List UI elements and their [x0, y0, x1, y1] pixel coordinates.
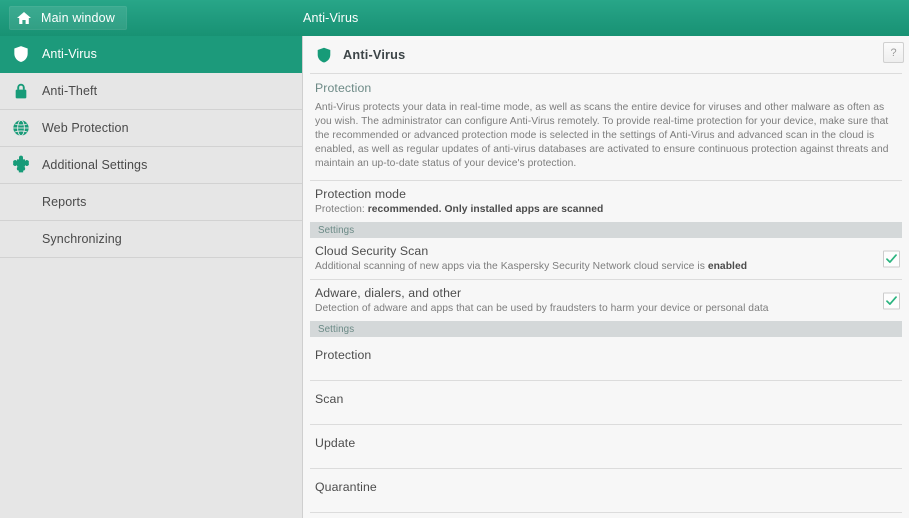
row-title: Protection: [315, 348, 372, 362]
settings-group-label: Settings: [318, 323, 355, 335]
page-title: Anti-Virus: [343, 47, 406, 62]
section-heading: Protection: [315, 81, 372, 95]
cloud-security-scan-row[interactable]: Cloud Security Scan Additional scanning …: [303, 238, 909, 279]
row-subtitle-prefix: Additional scanning of new apps via the …: [315, 261, 708, 272]
sidebar-icon-placeholder: [9, 190, 33, 214]
sidebar-item-reports[interactable]: Reports: [0, 184, 302, 221]
help-button[interactable]: ?: [883, 42, 904, 63]
row-subtitle: Protection: recommended. Only installed …: [315, 204, 873, 215]
check-icon: [886, 295, 897, 305]
row-subtitle-prefix: Protection:: [315, 204, 368, 215]
row-title: Adware, dialers, and other: [315, 286, 462, 300]
sidebar-item-anti-theft[interactable]: Anti-Theft: [0, 73, 302, 110]
row-subtitle: Additional scanning of new apps via the …: [315, 261, 873, 272]
sidebar-item-additional-settings[interactable]: Additional Settings: [0, 147, 302, 184]
sidebar-item-synchronizing[interactable]: Synchronizing: [0, 221, 302, 258]
panel-header: Anti-Virus ?: [303, 36, 909, 73]
sidebar-item-label: Anti-Virus: [42, 47, 97, 61]
sidebar-item-anti-virus[interactable]: Anti-Virus: [0, 36, 302, 73]
sidebar-item-web-protection[interactable]: Web Protection: [0, 110, 302, 147]
protection-info-section: Protection Anti-Virus protects your data…: [303, 74, 909, 180]
adware-dialers-row[interactable]: Adware, dialers, and other Detection of …: [303, 280, 909, 321]
menu-row-update[interactable]: Update: [303, 425, 909, 468]
row-title: Protection mode: [315, 187, 407, 201]
menu-row-quarantine[interactable]: Quarantine: [303, 469, 909, 512]
row-subtitle-value: recommended. Only installed apps are sca…: [367, 204, 604, 215]
section-description: Anti-Virus protects your data in real-ti…: [315, 102, 889, 169]
row-title: Scan: [315, 392, 344, 406]
row-subtitle: Detection of adware and apps that can be…: [315, 303, 873, 314]
adware-dialers-checkbox[interactable]: [883, 292, 900, 309]
sidebar-item-label: Reports: [42, 195, 87, 209]
sidebar-item-label: Synchronizing: [42, 232, 122, 246]
shield-icon: [315, 45, 333, 65]
row-subtitle-prefix: Detection of adware and apps that can be…: [315, 303, 769, 314]
menu-row-protection[interactable]: Protection: [303, 337, 909, 380]
main-window-button[interactable]: Main window: [9, 6, 127, 30]
row-title: Update: [315, 436, 356, 450]
topbar-page-title: Anti-Virus: [303, 11, 359, 25]
menu-row-scan[interactable]: Scan: [303, 381, 909, 424]
home-icon: [16, 10, 32, 26]
settings-group-bar: Settings: [310, 222, 902, 238]
top-bar: Main window Anti-Virus: [0, 0, 909, 36]
cloud-security-scan-checkbox[interactable]: [883, 250, 900, 267]
row-title: Cloud Security Scan: [315, 244, 429, 258]
row-title: Quarantine: [315, 480, 377, 494]
settings-group-label: Settings: [318, 224, 355, 236]
puzzle-icon: [9, 153, 33, 177]
sidebar-item-label: Additional Settings: [42, 158, 148, 172]
sidebar-item-label: Anti-Theft: [42, 84, 98, 98]
shield-icon: [9, 42, 33, 66]
sidebar-item-label: Web Protection: [42, 121, 129, 135]
lock-icon: [9, 79, 33, 103]
row-subtitle-value: enabled: [707, 261, 748, 272]
main-content-panel: Anti-Virus ? Protection Anti-Virus prote…: [303, 36, 909, 518]
protection-mode-row[interactable]: Protection mode Protection: recommended.…: [303, 181, 909, 222]
main-window-label: Main window: [41, 11, 115, 25]
settings-group-bar: Settings: [310, 321, 902, 337]
check-icon: [886, 253, 897, 263]
application-window: Main window Anti-Virus Anti-Virus Anti-T…: [0, 0, 909, 518]
globe-icon: [9, 116, 33, 140]
sidebar: Anti-Virus Anti-Theft Web Protection Add…: [0, 36, 303, 518]
divider: [310, 512, 902, 513]
sidebar-icon-placeholder: [9, 227, 33, 251]
